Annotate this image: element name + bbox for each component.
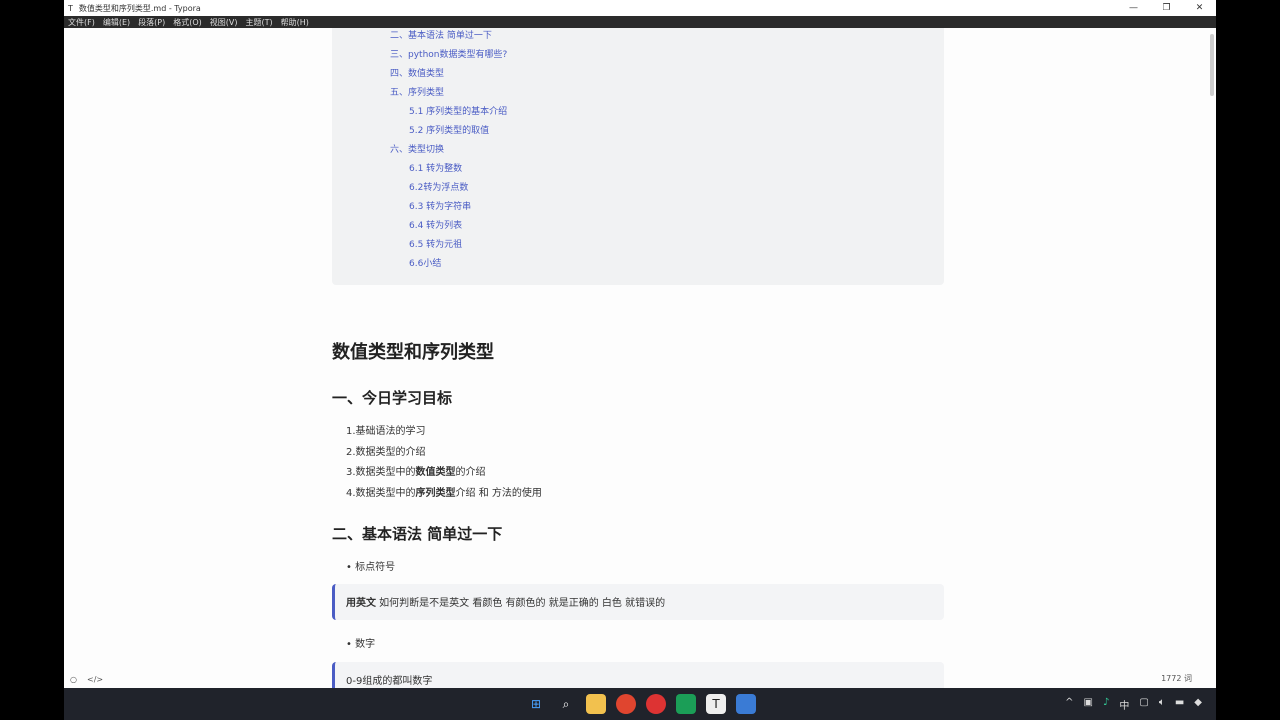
toc-item[interactable]: 6.2转为浮点数	[409, 180, 468, 193]
toc-item[interactable]: 6.4 转为列表	[409, 218, 462, 231]
menu-paragraph[interactable]: 段落(P)	[138, 17, 165, 28]
maximize-button[interactable]: ❐	[1150, 3, 1183, 13]
table-of-contents: 二、基本语法 简单过一下 三、python数据类型有哪些? 四、数值类型 五、序…	[332, 28, 944, 285]
typora-window: T 数值类型和序列类型.md - Typora — ❐ ✕ 文件(F) 编辑(E…	[64, 0, 1216, 698]
menu-theme[interactable]: 主题(T)	[245, 17, 272, 28]
bullet-item: • 数字	[346, 639, 376, 650]
outline-toggle-icon[interactable]: ○	[70, 675, 77, 684]
minimize-button[interactable]: —	[1117, 3, 1150, 13]
list-item: 2.数据类型的介绍	[346, 447, 426, 458]
list-item: 3.数据类型中的数值类型的介绍	[346, 467, 486, 478]
toc-item[interactable]: 6.5 转为元祖	[409, 237, 462, 250]
toc-item[interactable]: 三、python数据类型有哪些?	[390, 47, 507, 60]
typora-icon[interactable]: T	[706, 694, 726, 714]
editor[interactable]: 二、基本语法 简单过一下 三、python数据类型有哪些? 四、数值类型 五、序…	[64, 28, 1216, 698]
source-code-icon[interactable]: </>	[87, 675, 103, 684]
list-item: 1.基础语法的学习	[346, 426, 426, 437]
section-heading: 二、基本语法 简单过一下	[332, 525, 503, 543]
menu-view[interactable]: 视图(V)	[210, 17, 238, 28]
toc-item[interactable]: 六、类型切换	[390, 142, 444, 155]
netease-music-icon[interactable]	[646, 694, 666, 714]
scrollbar[interactable]	[1210, 34, 1214, 96]
word-count[interactable]: 1772 词	[1161, 673, 1192, 684]
menu-edit[interactable]: 编辑(E)	[103, 17, 130, 28]
search-icon[interactable]: ⌕	[556, 694, 576, 714]
toc-item[interactable]: 6.3 转为字符串	[409, 199, 471, 212]
list-item: 4.数据类型中的序列类型介绍 和 方法的使用	[346, 488, 542, 499]
microphone-icon[interactable]: ♪	[1103, 697, 1109, 712]
ime-indicator[interactable]: 中	[1119, 697, 1129, 712]
file-explorer-icon[interactable]	[586, 694, 606, 714]
toc-item[interactable]: 五、序列类型	[390, 85, 444, 98]
network-icon[interactable]: ▢	[1139, 697, 1148, 712]
menu-format[interactable]: 格式(O)	[173, 17, 202, 28]
volume-icon[interactable]: 🔈︎	[1159, 697, 1165, 712]
toc-item[interactable]: 5.1 序列类型的基本介绍	[409, 104, 507, 117]
toc-item[interactable]: 6.1 转为整数	[409, 161, 462, 174]
toc-item[interactable]: 四、数值类型	[390, 66, 444, 79]
toc-item[interactable]: 5.2 序列类型的取值	[409, 123, 489, 136]
battery-icon[interactable]: ▬	[1175, 697, 1184, 712]
window-title: 数值类型和序列类型.md - Typora	[78, 3, 201, 13]
blockquote: 用英文 如何判断是不是英文 看颜色 有颜色的 就是正确的 白色 就错误的	[332, 584, 944, 620]
bullet-item: • 标点符号	[346, 562, 396, 573]
document-title: 数值类型和序列类型	[332, 342, 494, 363]
pycharm-icon[interactable]	[676, 694, 696, 714]
notification-icon[interactable]: ◆	[1194, 697, 1202, 712]
toc-item[interactable]: 二、基本语法 简单过一下	[390, 28, 492, 41]
taskbar: ⊞ ⌕ T ^ ▣ ♪ 中 ▢ 🔈︎ ▬ ◆	[64, 688, 1216, 720]
start-icon[interactable]: ⊞	[526, 694, 546, 714]
menu-bar: 文件(F) 编辑(E) 段落(P) 格式(O) 视图(V) 主题(T) 帮助(H…	[64, 16, 1216, 28]
chevron-up-icon[interactable]: ^	[1065, 697, 1073, 712]
toc-item[interactable]: 6.6小结	[409, 256, 441, 269]
section-heading: 一、今日学习目标	[332, 389, 453, 407]
app-icon[interactable]	[736, 694, 756, 714]
app-tray-icon[interactable]: ▣	[1084, 697, 1093, 712]
chrome-icon[interactable]	[616, 694, 636, 714]
close-button[interactable]: ✕	[1183, 3, 1216, 13]
title-bar: T 数值类型和序列类型.md - Typora — ❐ ✕	[64, 0, 1216, 16]
menu-file[interactable]: 文件(F)	[68, 17, 95, 28]
menu-help[interactable]: 帮助(H)	[281, 17, 309, 28]
app-icon: T	[68, 3, 73, 13]
